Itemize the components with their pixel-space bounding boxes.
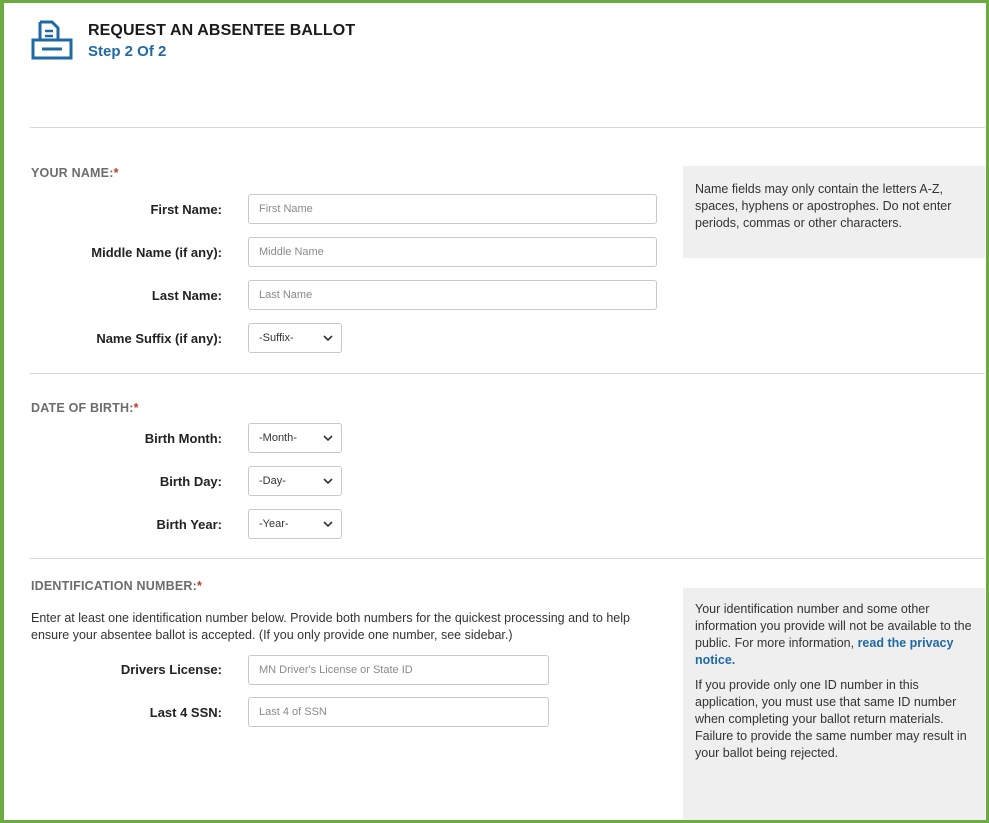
birth-year-label: Birth Year: bbox=[156, 517, 222, 532]
last-name-placeholder: Last Name bbox=[259, 289, 313, 301]
drivers-license-label: Drivers License: bbox=[120, 662, 222, 677]
required-marker: * bbox=[133, 401, 139, 415]
birth-day-label: Birth Day: bbox=[159, 474, 222, 489]
middle-name-placeholder: Middle Name bbox=[259, 246, 324, 258]
chevron-down-icon bbox=[323, 478, 333, 485]
page-title: REQUEST AN ABSENTEE BALLOT bbox=[88, 22, 356, 39]
ssn-label: Last 4 SSN: bbox=[149, 705, 222, 720]
birth-day-value: -Day- bbox=[259, 475, 286, 487]
required-marker: * bbox=[113, 166, 119, 180]
dob-section-title: DATE OF BIRTH:* bbox=[31, 401, 139, 415]
suffix-select[interactable]: -Suffix- bbox=[248, 323, 342, 353]
required-marker: * bbox=[196, 579, 203, 593]
chevron-down-icon bbox=[323, 521, 333, 528]
name-section-title: YOUR NAME:* bbox=[31, 166, 119, 180]
name-divider bbox=[30, 373, 985, 374]
ssn-input[interactable]: Last 4 of SSN bbox=[248, 697, 549, 727]
suffix-value: -Suffix- bbox=[259, 332, 294, 344]
id-section-title: IDENTIFICATION NUMBER:* bbox=[31, 579, 202, 593]
ssn-placeholder: Last 4 of SSN bbox=[259, 706, 327, 718]
id-instructions: Enter at least one identification number… bbox=[31, 611, 630, 642]
header-divider bbox=[30, 127, 985, 128]
birth-month-label: Birth Month: bbox=[144, 431, 222, 446]
chevron-down-icon bbox=[323, 435, 333, 442]
id-help-sidebar: Your identification number and some othe… bbox=[683, 588, 985, 820]
name-section-title-text: YOUR NAME: bbox=[31, 166, 114, 180]
single-id-warning: If you provide only one ID number in thi… bbox=[695, 678, 967, 760]
last-name-label: Last Name: bbox=[151, 288, 222, 303]
chevron-down-icon bbox=[323, 335, 333, 342]
birth-month-value: -Month- bbox=[259, 432, 297, 444]
first-name-input[interactable]: First Name bbox=[248, 194, 657, 224]
birth-year-value: -Year- bbox=[259, 518, 289, 530]
name-help-sidebar: Name fields may only contain the letters… bbox=[683, 166, 985, 258]
first-name-label: First Name: bbox=[150, 202, 222, 217]
birth-year-select[interactable]: -Year- bbox=[248, 509, 342, 539]
drivers-license-input[interactable]: MN Driver's License or State ID bbox=[248, 655, 549, 685]
ballot-box-icon bbox=[31, 20, 73, 60]
name-help-text: Name fields may only contain the letters… bbox=[695, 182, 952, 230]
dob-section-title-text: DATE OF BIRTH: bbox=[31, 401, 134, 415]
last-name-input[interactable]: Last Name bbox=[248, 280, 657, 310]
middle-name-input[interactable]: Middle Name bbox=[248, 237, 657, 267]
suffix-label: Name Suffix (if any): bbox=[96, 331, 222, 346]
privacy-paragraph: Your identification number and some othe… bbox=[695, 601, 973, 669]
middle-name-label: Middle Name (if any): bbox=[91, 245, 222, 260]
first-name-placeholder: First Name bbox=[259, 203, 313, 215]
id-section-title-text: IDENTIFICATION NUMBER: bbox=[31, 579, 197, 593]
birth-day-select[interactable]: -Day- bbox=[248, 466, 342, 496]
step-indicator: Step 2 Of 2 bbox=[88, 43, 167, 60]
dob-divider bbox=[30, 558, 985, 559]
drivers-license-placeholder: MN Driver's License or State ID bbox=[259, 664, 413, 676]
birth-month-select[interactable]: -Month- bbox=[248, 423, 342, 453]
